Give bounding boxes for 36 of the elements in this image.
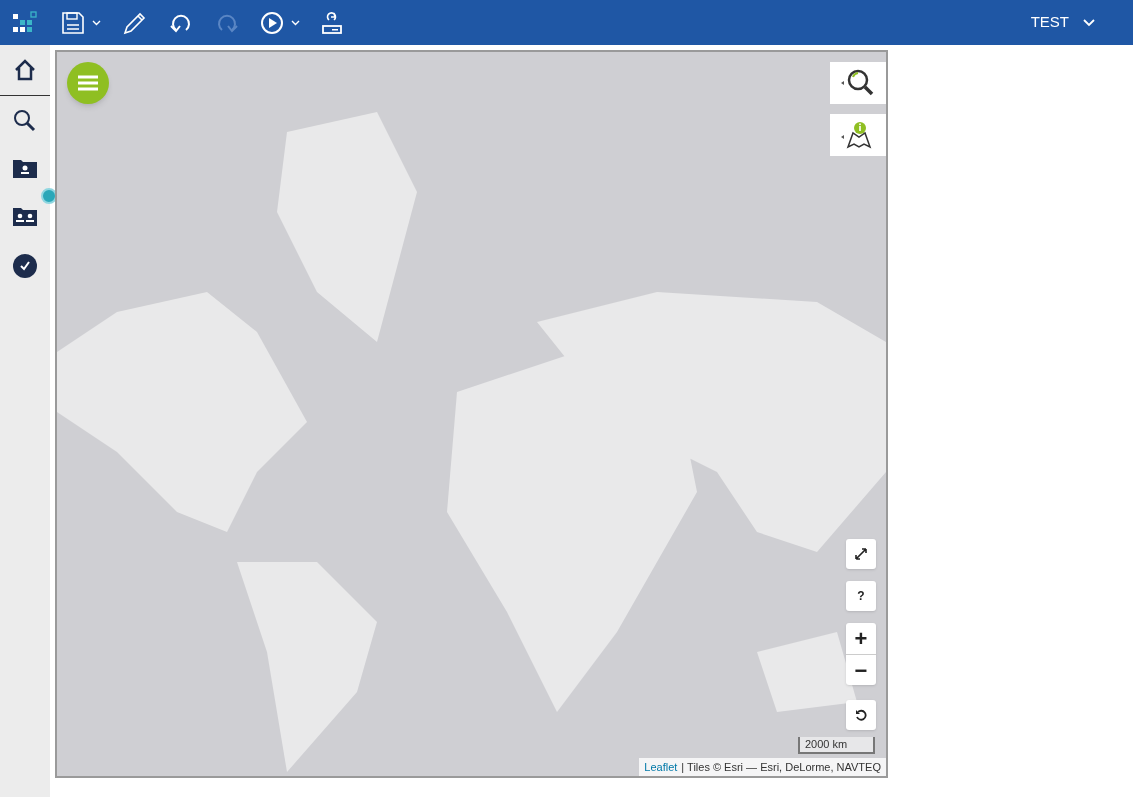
chevron-down-icon [1083,18,1095,27]
expand-icon [855,548,867,560]
leaflet-link[interactable]: Leaflet [644,758,678,776]
pencil-icon [123,10,147,35]
search-icon [13,109,37,133]
menu-icon [78,75,98,91]
run-button[interactable] [261,11,300,34]
check-circle-icon [13,254,37,278]
export-icon [322,10,342,35]
zoom-in-button[interactable]: + [846,623,876,654]
tasks-button[interactable] [13,254,37,278]
map[interactable]: ? + − 2000 km Leaflet | Tiles © Esri — Esri, DeLorme, NAVTEQ [55,50,888,778]
fullscreen-button[interactable] [846,539,876,569]
zoom-out-button[interactable]: − [846,654,876,685]
attribution-text: | Tiles © Esri — Esri, DeLorme, NAVTEQ [681,759,881,775]
legend-panel-button[interactable] [830,114,886,156]
home-icon [13,58,37,82]
group-folder-button[interactable] [13,206,37,226]
chevron-down-icon [291,19,300,26]
user-folder-icon [13,158,37,178]
group-folder-icon [13,206,37,226]
save-icon [62,11,84,34]
play-icon [261,11,283,34]
chevron-down-icon [92,19,101,26]
export-button[interactable] [322,10,342,35]
rotate-icon [855,709,867,721]
user-menu-button[interactable]: TEST [1030,11,1095,34]
help-button[interactable]: ? [846,581,876,611]
app-logo-icon[interactable] [12,10,38,35]
reset-view-button[interactable] [846,700,876,730]
edit-button[interactable] [123,10,147,35]
scale-bar: 2000 km [798,737,875,754]
save-button[interactable] [62,11,101,34]
search-button[interactable] [13,108,37,134]
search-panel-button[interactable] [830,62,886,104]
user-folder-button[interactable] [13,158,37,178]
